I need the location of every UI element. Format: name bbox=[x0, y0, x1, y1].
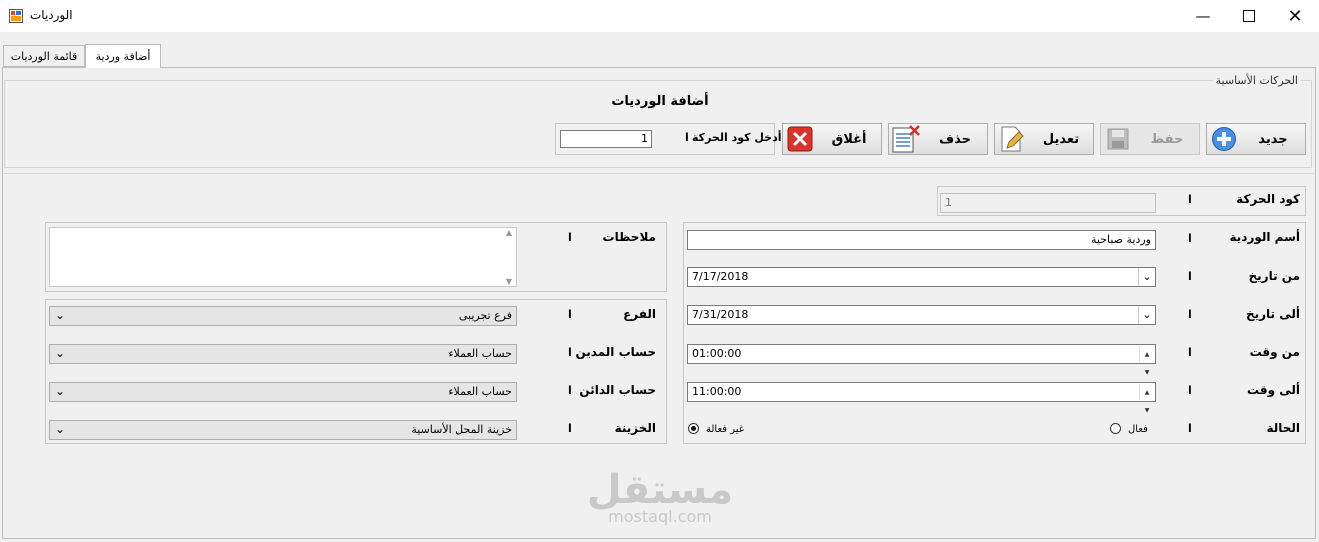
chevron-down-icon: ⌄ bbox=[54, 346, 66, 360]
details-frame bbox=[683, 222, 1306, 444]
app-window-icon bbox=[9, 9, 23, 23]
chevron-down-icon[interactable]: ⌄ bbox=[1138, 306, 1155, 324]
branch-select[interactable]: فرع تجريبى ⌄ bbox=[49, 306, 517, 326]
spinner-icon[interactable]: ▲ ▼ bbox=[1139, 346, 1154, 376]
delete-label: حذف bbox=[939, 131, 971, 147]
maximize-icon bbox=[1243, 10, 1255, 22]
label-separator: ا bbox=[1188, 346, 1192, 359]
status-active-label: فعال bbox=[1128, 424, 1148, 435]
status-label: الحالة bbox=[1266, 421, 1300, 435]
label-separator: ا bbox=[1188, 308, 1192, 321]
save-button[interactable]: حفظ bbox=[1100, 123, 1200, 155]
label-separator: ا bbox=[1188, 384, 1192, 397]
title-bar bbox=[0, 0, 1319, 32]
from-date-picker[interactable]: 7/17/2018 ⌄ bbox=[687, 267, 1156, 287]
close-icon: ✕ bbox=[1287, 5, 1303, 27]
status-active-radio[interactable] bbox=[1110, 423, 1121, 434]
divider bbox=[4, 173, 1314, 174]
window-title: الورديات bbox=[30, 8, 73, 22]
maximize-button[interactable] bbox=[1226, 0, 1272, 32]
to-time-stepper[interactable]: 11:00:00 ▲ ▼ bbox=[687, 382, 1156, 414]
code-field: 1 bbox=[940, 193, 1156, 213]
close-label: أغلاق bbox=[831, 131, 867, 147]
notes-scrollbar[interactable]: ▲ ▼ bbox=[502, 228, 516, 286]
label-separator: ا bbox=[685, 131, 689, 144]
new-button[interactable]: جديد bbox=[1206, 123, 1306, 155]
chevron-down-icon: ⌄ bbox=[54, 308, 66, 322]
shift-name-label: أسم الوردية bbox=[1229, 230, 1301, 244]
tab-shift-list[interactable]: قائمة الورديات bbox=[3, 45, 85, 67]
treasury-value: خزينة المحل الأساسية bbox=[49, 420, 517, 440]
chevron-down-icon: ⌄ bbox=[54, 422, 66, 436]
minimize-icon: — bbox=[1195, 7, 1211, 25]
label-separator: ا bbox=[568, 308, 572, 321]
watermark-arabic: مستقل bbox=[586, 467, 734, 513]
edit-label: تعديل bbox=[1042, 131, 1080, 147]
chevron-down-icon[interactable]: ⌄ bbox=[1138, 268, 1155, 286]
to-date-label: ألى تاريخ bbox=[1245, 307, 1300, 321]
branch-label: الفرع bbox=[623, 307, 656, 321]
label-separator: ا bbox=[568, 422, 572, 435]
new-label: جديد bbox=[1258, 131, 1288, 147]
delete-button[interactable]: حذف bbox=[888, 123, 988, 155]
close-window-button[interactable]: ✕ bbox=[1272, 0, 1318, 32]
shift-name-input[interactable]: وردية صباحية bbox=[687, 230, 1156, 250]
spinner-icon[interactable]: ▲ ▼ bbox=[1139, 384, 1154, 414]
code-label: كود الحركة bbox=[1236, 192, 1300, 206]
delete-document-icon bbox=[889, 125, 923, 153]
label-separator: ا bbox=[1188, 270, 1192, 283]
radio-checked-icon bbox=[688, 423, 699, 434]
from-date-value: 7/17/2018 bbox=[692, 270, 749, 283]
notes-label: ملاحظات bbox=[602, 230, 656, 244]
debit-account-label: حساب المدين bbox=[575, 345, 656, 359]
label-separator: ا bbox=[1188, 422, 1192, 435]
group-legend: الحركات الأساسية bbox=[1212, 74, 1301, 87]
status-inactive-radio[interactable] bbox=[688, 423, 699, 434]
credit-account-select[interactable]: حساب العملاء ⌄ bbox=[49, 382, 517, 402]
label-separator: ا bbox=[1188, 193, 1192, 206]
debit-account-value: حساب العملاء bbox=[49, 344, 517, 364]
save-icon bbox=[1101, 125, 1135, 153]
credit-account-label: حساب الدائن bbox=[579, 383, 656, 397]
treasury-select[interactable]: خزينة المحل الأساسية ⌄ bbox=[49, 420, 517, 440]
edit-icon bbox=[995, 125, 1029, 153]
branch-value: فرع تجريبى bbox=[49, 306, 517, 326]
add-icon bbox=[1207, 125, 1241, 153]
form-heading: أضافة الورديات bbox=[611, 94, 709, 109]
code-search-input[interactable]: 1 bbox=[560, 130, 652, 148]
to-time-value: 11:00:00 bbox=[692, 385, 742, 398]
radio-unchecked-icon bbox=[1110, 423, 1121, 434]
to-date-value: 7/31/2018 bbox=[692, 308, 749, 321]
close-form-button[interactable]: أغلاق bbox=[782, 123, 882, 155]
from-time-label: من وقت bbox=[1249, 345, 1300, 359]
debit-account-select[interactable]: حساب العملاء ⌄ bbox=[49, 344, 517, 364]
tab-add-shift[interactable]: أضافة وردية bbox=[85, 44, 161, 68]
status-inactive-label: غير فعالة bbox=[706, 424, 745, 435]
edit-button[interactable]: تعديل bbox=[994, 123, 1094, 155]
label-separator: ا bbox=[568, 384, 572, 397]
minimize-button[interactable]: — bbox=[1180, 0, 1226, 32]
from-time-value: 01:00:00 bbox=[692, 347, 742, 360]
from-date-label: من تاريخ bbox=[1248, 269, 1300, 283]
label-separator: ا bbox=[568, 346, 572, 359]
treasury-label: الخزينة bbox=[614, 421, 656, 435]
chevron-down-icon: ⌄ bbox=[54, 384, 66, 398]
exit-icon bbox=[783, 125, 817, 153]
code-search-label: أدخل كود الحركة bbox=[692, 131, 782, 144]
from-time-stepper[interactable]: 01:00:00 ▲ ▼ bbox=[687, 344, 1156, 376]
credit-account-value: حساب العملاء bbox=[49, 382, 517, 402]
to-date-picker[interactable]: 7/31/2018 ⌄ bbox=[687, 305, 1156, 325]
notes-textarea[interactable]: ▲ ▼ bbox=[49, 227, 517, 287]
watermark: مستقل mostaql.com bbox=[560, 470, 760, 526]
to-time-label: ألى وقت bbox=[1247, 383, 1300, 397]
save-label: حفظ bbox=[1150, 131, 1184, 147]
label-separator: ا bbox=[1188, 232, 1192, 245]
label-separator: ا bbox=[568, 231, 572, 244]
